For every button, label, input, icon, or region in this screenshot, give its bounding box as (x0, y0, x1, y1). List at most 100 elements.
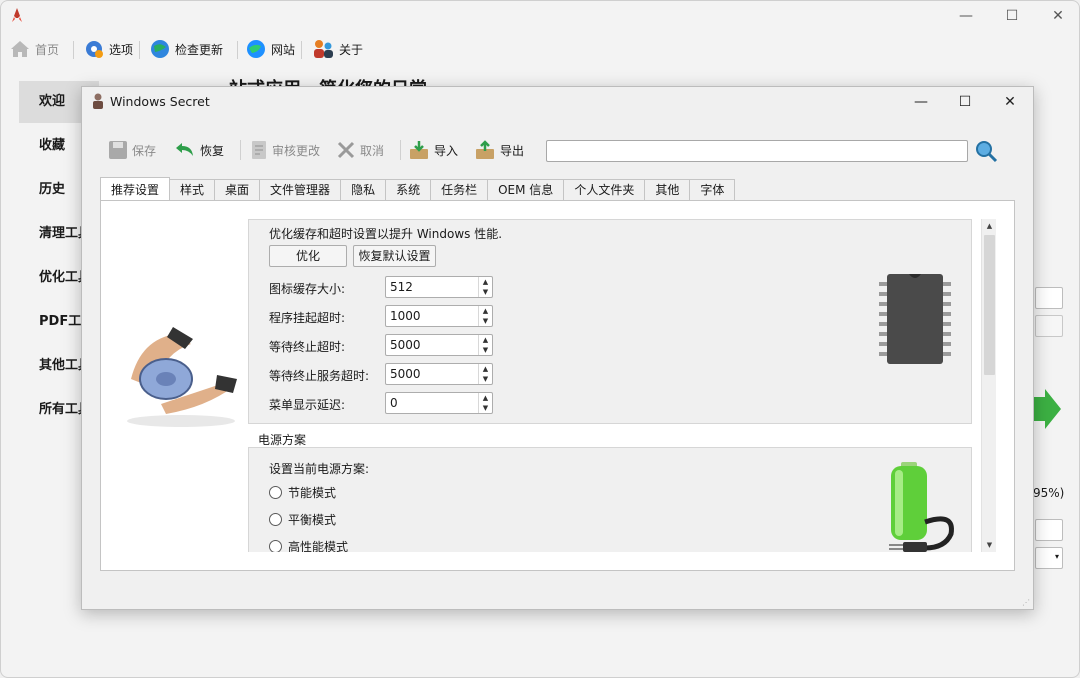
about-button[interactable]: 关于 (311, 37, 363, 61)
toolbar-separator (240, 140, 241, 160)
restore-button[interactable]: 恢复 (174, 138, 224, 162)
arrow-down-icon[interactable]: ▼ (479, 345, 492, 355)
dialog-minimize-button[interactable]: — (906, 90, 936, 114)
search-input[interactable] (546, 140, 968, 162)
dialog-title: Windows Secret (110, 94, 210, 109)
home-button[interactable]: 首页 (9, 37, 59, 61)
tab-style[interactable]: 样式 (169, 179, 216, 201)
tab-other[interactable]: 其他 (644, 179, 691, 201)
wait-to-kill-service-timeout-label: 等待终止服务超时: (269, 369, 370, 383)
background-button[interactable] (1035, 315, 1063, 337)
dialog-close-button[interactable]: ✕ (995, 90, 1025, 114)
scroll-down-arrow-icon[interactable]: ▼ (982, 538, 997, 552)
save-button[interactable]: 保存 (108, 138, 156, 162)
undo-arrow-icon (176, 143, 193, 156)
optimize-button[interactable]: 优化 (269, 245, 347, 267)
tab-recommended[interactable]: 推荐设置 (100, 177, 171, 201)
import-button[interactable]: 导入 (408, 138, 458, 162)
power-saver-radio[interactable]: 节能模式 (269, 484, 336, 501)
background-input[interactable] (1035, 287, 1063, 309)
close-button[interactable]: ✕ (1043, 5, 1073, 27)
radio-circle[interactable] (269, 513, 282, 526)
tab-oem-info[interactable]: OEM 信息 (487, 179, 565, 201)
home-icon (11, 41, 29, 57)
icon-cache-size-input[interactable]: 512 ▲ ▼ (385, 276, 493, 298)
arrow-up-icon[interactable]: ▲ (479, 364, 492, 374)
toolbar-separator (301, 41, 302, 59)
spin-arrows[interactable]: ▲ ▼ (478, 306, 492, 326)
review-document-icon (252, 141, 266, 159)
spin-arrows[interactable]: ▲ ▼ (478, 335, 492, 355)
check-update-label: 检查更新 (175, 42, 224, 57)
options-gear-icon (86, 41, 103, 58)
background-dropdown[interactable]: ▾ (1035, 547, 1063, 569)
arrow-down-icon[interactable]: ▼ (479, 374, 492, 384)
background-input-2[interactable] (1035, 519, 1063, 541)
radio-circle[interactable] (269, 540, 282, 552)
search-icon[interactable] (974, 139, 998, 163)
power-plan-description: 设置当前电源方案: (269, 462, 370, 476)
power-saver-label: 节能模式 (288, 486, 337, 500)
toolbar-separator (237, 41, 238, 59)
spin-arrows[interactable]: ▲ ▼ (478, 277, 492, 297)
high-performance-label: 高性能模式 (288, 540, 349, 552)
toolbar-separator (139, 41, 140, 59)
wait-to-kill-timeout-input[interactable]: 5000 ▲ ▼ (385, 334, 493, 356)
website-globe-icon (247, 40, 265, 58)
radio-circle[interactable] (269, 486, 282, 499)
about-people-icon (314, 40, 333, 58)
toolbar-separator (400, 140, 401, 160)
arrow-up-icon[interactable]: ▲ (479, 335, 492, 345)
high-performance-radio[interactable]: 高性能模式 (269, 538, 348, 552)
options-label: 选项 (109, 42, 134, 57)
arrow-up-icon[interactable]: ▲ (479, 393, 492, 403)
balanced-label: 平衡模式 (288, 513, 337, 527)
save-label: 保存 (132, 143, 157, 158)
scroll-up-arrow-icon[interactable]: ▲ (982, 219, 997, 233)
maximize-button[interactable]: ☐ (997, 5, 1027, 27)
tab-bar: 推荐设置 样式 桌面 文件管理器 隐私 系统 任务栏 OEM 信息 个人文件夹 … (100, 177, 736, 201)
hung-app-timeout-input[interactable]: 1000 ▲ ▼ (385, 305, 493, 327)
arrow-up-icon[interactable]: ▲ (479, 306, 492, 316)
icon-cache-size-value: 512 (390, 280, 413, 294)
spin-arrows[interactable]: ▲ ▼ (478, 393, 492, 413)
about-label: 关于 (339, 42, 364, 57)
icon-cache-size-label: 图标缓存大小: (269, 282, 346, 296)
review-changes-button[interactable]: 审核更改 (250, 138, 320, 162)
spin-arrows[interactable]: ▲ ▼ (478, 364, 492, 384)
arrow-down-icon[interactable]: ▼ (479, 403, 492, 413)
export-button[interactable]: 导出 (474, 138, 524, 162)
website-label: 网站 (271, 42, 296, 57)
options-button[interactable]: 选项 (83, 37, 133, 61)
website-button[interactable]: 网站 (245, 37, 295, 61)
export-box-icon (476, 140, 494, 159)
tab-system[interactable]: 系统 (385, 179, 432, 201)
scrollbar-thumb[interactable] (984, 235, 995, 375)
tab-panel-recommended: 优化缓存和超时设置以提升 Windows 性能. 优化 恢复默认设置 图标缓存大… (100, 200, 1015, 571)
tab-fonts[interactable]: 字体 (689, 179, 736, 201)
cancel-button[interactable]: 取消 (336, 138, 384, 162)
tab-personal-folders[interactable]: 个人文件夹 (563, 179, 646, 201)
arrow-up-icon[interactable]: ▲ (479, 277, 492, 287)
tab-desktop[interactable]: 桌面 (214, 179, 261, 201)
balanced-radio[interactable]: 平衡模式 (269, 511, 336, 528)
check-update-button[interactable]: 检查更新 (149, 37, 223, 61)
menu-show-delay-input[interactable]: 0 ▲ ▼ (385, 392, 493, 414)
reset-defaults-button[interactable]: 恢复默认设置 (353, 245, 436, 267)
main-toolbar: 首页 选项 检查更新 网站 关于 (1, 33, 1079, 65)
tab-taskbar[interactable]: 任务栏 (430, 179, 489, 201)
wait-to-kill-service-timeout-input[interactable]: 5000 ▲ ▼ (385, 363, 493, 385)
settings-scroll-area: 优化缓存和超时设置以提升 Windows 性能. 优化 恢复默认设置 图标缓存大… (248, 219, 998, 552)
main-titlebar: — ☐ ✕ (1, 1, 1079, 31)
wait-to-kill-timeout-label: 等待终止超时: (269, 340, 346, 354)
arrow-down-icon[interactable]: ▼ (479, 316, 492, 326)
windows-secret-dialog: Windows Secret — ☐ ✕ 保存 恢复 审核更改 取消 导入 导出… (81, 86, 1034, 610)
import-label: 导入 (434, 143, 459, 158)
vertical-scrollbar[interactable]: ▲ ▼ (981, 219, 996, 552)
tab-file-manager[interactable]: 文件管理器 (259, 179, 342, 201)
dialog-maximize-button[interactable]: ☐ (950, 90, 980, 114)
minimize-button[interactable]: — (951, 5, 981, 27)
resize-grip-icon[interactable]: ⋰ (1022, 598, 1030, 607)
arrow-down-icon[interactable]: ▼ (479, 287, 492, 297)
tab-privacy[interactable]: 隐私 (340, 179, 387, 201)
